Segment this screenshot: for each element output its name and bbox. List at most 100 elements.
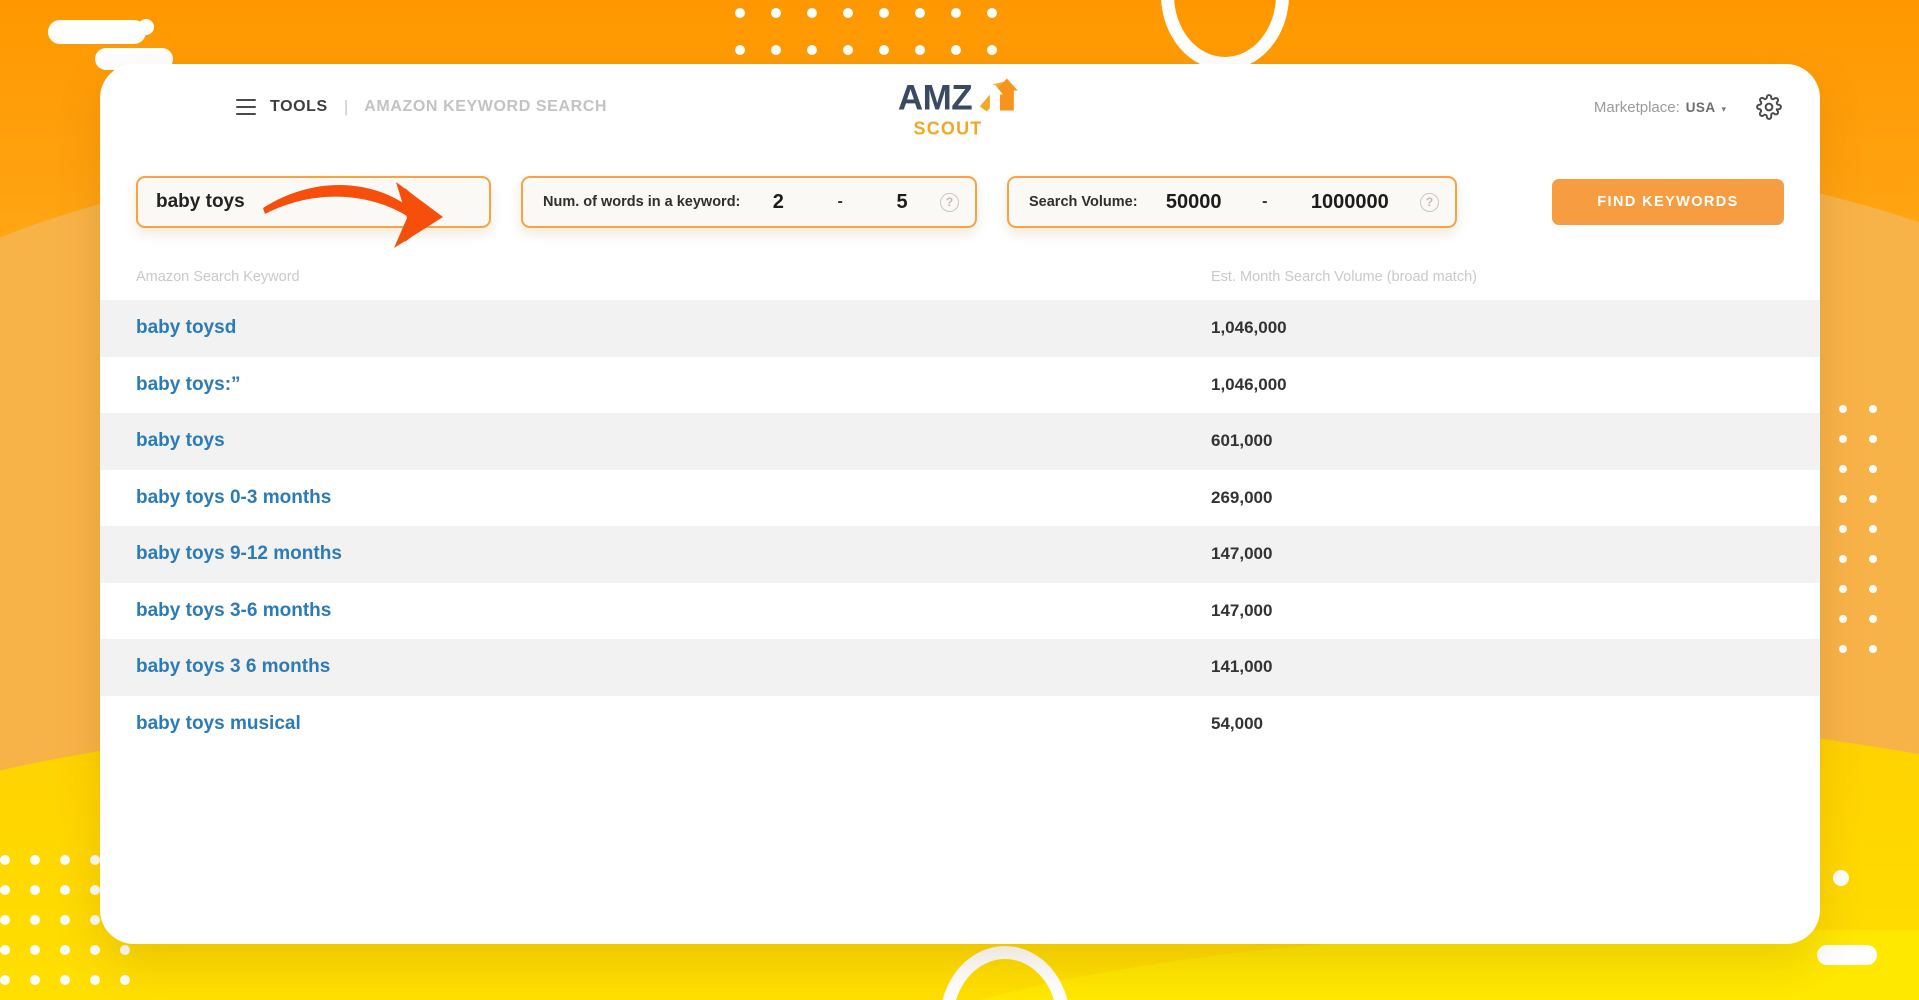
decor-dot [1869, 555, 1877, 563]
search-volume-value: 601,000 [1211, 431, 1820, 451]
decor-dot [1839, 435, 1847, 443]
search-volume-value: 1,046,000 [1211, 375, 1820, 395]
decor-dot [807, 8, 817, 18]
question-mark-icon[interactable]: ? [1420, 193, 1439, 212]
decor-dot [0, 915, 10, 925]
table-row[interactable]: baby toys 0-3 months269,000 [100, 470, 1820, 527]
decor-dot [843, 45, 853, 55]
decor-dot [1839, 465, 1847, 473]
decor-dotgrid-top [735, 8, 1035, 68]
decor-dot [60, 975, 70, 985]
keyword-link[interactable]: baby toysd [136, 317, 1211, 339]
decor-dot [90, 915, 100, 925]
app-header: TOOLS | AMAZON KEYWORD SEARCH AMZ SCOUT … [100, 64, 1820, 150]
decor-dot [1839, 495, 1847, 503]
decor-dot [915, 8, 925, 18]
decor-dot [30, 855, 40, 865]
table-row[interactable]: baby toys 3-6 months147,000 [100, 583, 1820, 640]
tools-breadcrumb: TOOLS | AMAZON KEYWORD SEARCH [236, 97, 607, 117]
chevron-down-icon: ▾ [1721, 104, 1726, 115]
word-count-label: Num. of words in a keyword: [543, 194, 740, 210]
decor-dot [90, 945, 100, 955]
logo-text-amz: AMZ [898, 80, 972, 115]
decor-dot [1869, 495, 1877, 503]
decor-dot [879, 45, 889, 55]
decor-dot [30, 975, 40, 985]
decor-dot [987, 8, 997, 18]
search-volume-value: 269,000 [1211, 488, 1820, 508]
keyword-search-input[interactable]: baby toys [136, 176, 491, 228]
search-volume-value: 147,000 [1211, 601, 1820, 621]
decor-dot [90, 975, 100, 985]
keyword-link[interactable]: baby toys [136, 430, 1211, 452]
decor-dot [1839, 585, 1847, 593]
question-mark-icon[interactable]: ? [940, 193, 959, 212]
table-row[interactable]: baby toys 9-12 months147,000 [100, 526, 1820, 583]
marketplace-value: USA [1686, 100, 1716, 115]
table-row[interactable]: baby toys 3 6 months141,000 [100, 639, 1820, 696]
keyword-link[interactable]: baby toys musical [136, 713, 1211, 735]
decor-dot [771, 45, 781, 55]
keyword-link[interactable]: baby toys 9-12 months [136, 543, 1211, 565]
keyword-link[interactable]: baby toys 3-6 months [136, 600, 1211, 622]
decor-dot [30, 945, 40, 955]
amzscout-logo[interactable]: AMZ SCOUT [898, 77, 1022, 138]
decor-dot [951, 45, 961, 55]
keyword-link[interactable]: baby toys 0-3 months [136, 487, 1211, 509]
decor-dot [1839, 525, 1847, 533]
word-count-filter[interactable]: Num. of words in a keyword: 2 - 5 ? [521, 176, 977, 228]
marketplace-selector[interactable]: Marketplace: USA ▾ [1594, 99, 1726, 116]
decor-dot [0, 975, 10, 985]
search-volume-max-input[interactable]: 1000000 [1280, 191, 1420, 214]
search-volume-value: 1,046,000 [1211, 318, 1820, 338]
search-volume-value: 141,000 [1211, 657, 1820, 677]
app-window-card: TOOLS | AMAZON KEYWORD SEARCH AMZ SCOUT … [100, 64, 1820, 944]
search-volume-range-dash: - [1250, 193, 1280, 211]
header-right-controls: Marketplace: USA ▾ [1594, 94, 1782, 120]
decor-dot [120, 975, 130, 985]
logo-text-scout: SCOUT [914, 120, 983, 138]
table-row[interactable]: baby toysd1,046,000 [100, 300, 1820, 357]
search-volume-value: 147,000 [1211, 544, 1820, 564]
decor-dot [0, 885, 10, 895]
decor-dot [90, 885, 100, 895]
search-volume-min-input[interactable]: 50000 [1138, 191, 1250, 214]
decor-dot [60, 945, 70, 955]
page-title: AMAZON KEYWORD SEARCH [364, 98, 607, 116]
keyword-link[interactable]: baby toys:” [136, 374, 1211, 396]
table-row[interactable]: baby toys musical54,000 [100, 696, 1820, 753]
decor-dot [1839, 555, 1847, 563]
decor-dot [771, 8, 781, 18]
decor-dot [1869, 615, 1877, 623]
word-count-range-dash: - [816, 193, 864, 211]
marketplace-label: Marketplace: [1594, 99, 1680, 116]
hamburger-icon[interactable] [236, 99, 256, 115]
search-volume-filter[interactable]: Search Volume: 50000 - 1000000 ? [1007, 176, 1457, 228]
decor-dot [60, 915, 70, 925]
table-row[interactable]: baby toys601,000 [100, 413, 1820, 470]
decor-dot [807, 45, 817, 55]
decor-dot [30, 885, 40, 895]
gear-icon[interactable] [1756, 94, 1782, 120]
tools-label[interactable]: TOOLS [270, 98, 328, 116]
table-header-row: Amazon Search Keyword Est. Month Search … [100, 254, 1820, 300]
decor-dot [30, 915, 40, 925]
decor-dot [1869, 465, 1877, 473]
decor-dot [1839, 615, 1847, 623]
decor-dot [1869, 585, 1877, 593]
decor-pill-top-left [48, 20, 146, 44]
word-count-min-input[interactable]: 2 [740, 191, 816, 214]
decor-dot [1869, 645, 1877, 653]
decor-dot [951, 8, 961, 18]
search-filters-bar: baby toys Num. of words in a keyword: 2 … [100, 150, 1820, 254]
keyword-link[interactable]: baby toys 3 6 months [136, 656, 1211, 678]
decor-dot [60, 885, 70, 895]
decor-dot [879, 8, 889, 18]
orange-arrow-logo-icon [976, 77, 1022, 119]
find-keywords-button[interactable]: FIND KEYWORDS [1552, 179, 1784, 225]
decor-dot [915, 45, 925, 55]
word-count-max-input[interactable]: 5 [864, 191, 940, 214]
search-volume-label: Search Volume: [1029, 194, 1138, 210]
search-volume-value: 54,000 [1211, 714, 1820, 734]
table-row[interactable]: baby toys:”1,046,000 [100, 357, 1820, 414]
